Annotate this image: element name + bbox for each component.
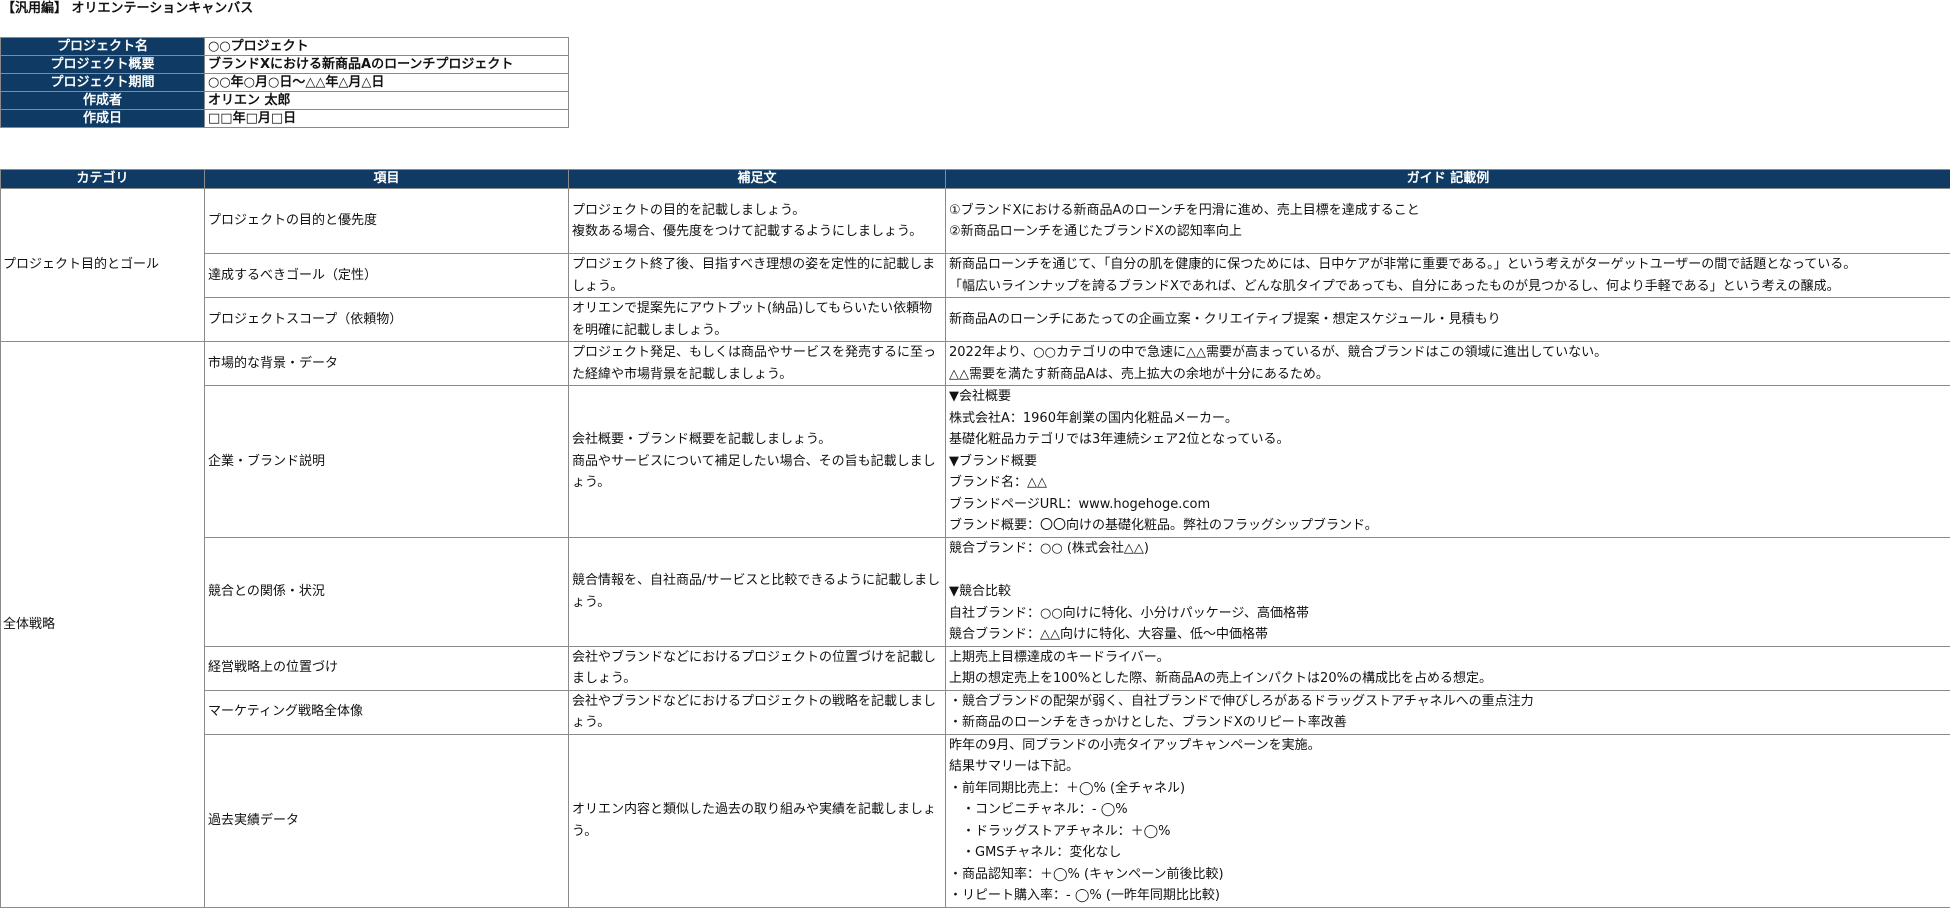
header-item: 項目: [205, 170, 569, 189]
note-cell[interactable]: 会社概要・ブランド概要を記載しましょう。 商品やサービスについて補足したい場合、…: [569, 386, 946, 538]
guide-cell[interactable]: ▼会社概要 株式会社A：1960年創業の国内化粧品メーカー。 基礎化粧品カテゴリ…: [946, 386, 1950, 538]
info-row-project-summary: プロジェクト概要 ブランドXにおける新商品Aのローンチプロジェクト: [1, 56, 569, 74]
guide-cell[interactable]: 新商品Aのローンチにあたっての企画立案・クリエイティブ提案・想定スケジュール・見…: [946, 298, 1950, 342]
note-cell[interactable]: 競合情報を、自社商品/サービスと比較できるように記載しましょう。: [569, 538, 946, 647]
category-cell-strategy[interactable]: 全体戦略: [1, 342, 205, 908]
orientation-canvas-table: カテゴリ 項目 補足文 ガイド 記載例 プロジェクト目的とゴール プロジェクトの…: [0, 169, 1950, 908]
table-row: 企業・ブランド説明 会社概要・ブランド概要を記載しましょう。 商品やサービスにつ…: [1, 386, 1950, 538]
note-cell[interactable]: オリエンで提案先にアウトプット(納品)してもらいたい依頼物を明確に記載しましょう…: [569, 298, 946, 342]
table-header-row: カテゴリ 項目 補足文 ガイド 記載例: [1, 170, 1950, 189]
header-guide: ガイド 記載例: [946, 170, 1950, 189]
guide-cell[interactable]: 2022年より、○○カテゴリの中で急速に△△需要が高まっているが、競合ブランドは…: [946, 342, 1950, 386]
info-label: プロジェクト概要: [1, 56, 205, 74]
info-row-project-name: プロジェクト名 ○○プロジェクト: [1, 38, 569, 56]
table-row: プロジェクトスコープ（依頼物） オリエンで提案先にアウトプット(納品)してもらい…: [1, 298, 1950, 342]
table-row: マーケティング戦略全体像 会社やブランドなどにおけるプロジェクトの戦略を記載しま…: [1, 690, 1950, 734]
note-cell[interactable]: プロジェクト終了後、目指すべき理想の姿を定性的に記載しましょう。: [569, 254, 946, 298]
info-row-project-period: プロジェクト期間 ○○年○月○日～△△年△月△日: [1, 74, 569, 92]
project-info-table: プロジェクト名 ○○プロジェクト プロジェクト概要 ブランドXにおける新商品Aの…: [0, 37, 569, 128]
note-cell[interactable]: 会社やブランドなどにおけるプロジェクトの戦略を記載しましょう。: [569, 690, 946, 734]
table-row: 経営戦略上の位置づけ 会社やブランドなどにおけるプロジェクトの位置づけを記載しま…: [1, 646, 1950, 690]
table-row: 競合との関係・状況 競合情報を、自社商品/サービスと比較できるように記載しましょ…: [1, 538, 1950, 647]
header-note: 補足文: [569, 170, 946, 189]
info-label: 作成日: [1, 110, 205, 128]
info-value[interactable]: ○○プロジェクト: [205, 38, 569, 56]
item-cell[interactable]: 企業・ブランド説明: [205, 386, 569, 538]
guide-cell[interactable]: 上期売上目標達成のキードライバー。 上期の想定売上を100%とした際、新商品Aの…: [946, 646, 1950, 690]
note-cell[interactable]: オリエン内容と類似した過去の取り組みや実績を記載しましょう。: [569, 734, 946, 907]
table-row: プロジェクト目的とゴール プロジェクトの目的と優先度 プロジェクトの目的を記載し…: [1, 189, 1950, 254]
item-cell[interactable]: 達成するべきゴール（定性）: [205, 254, 569, 298]
guide-cell[interactable]: ・競合ブランドの配架が弱く、自社ブランドで伸びしろがあるドラッグストアチャネルへ…: [946, 690, 1950, 734]
info-value[interactable]: ○○年○月○日～△△年△月△日: [205, 74, 569, 92]
note-cell[interactable]: 会社やブランドなどにおけるプロジェクトの位置づけを記載しましょう。: [569, 646, 946, 690]
table-row: 全体戦略 市場的な背景・データ プロジェクト発足、もしくは商品やサービスを発売す…: [1, 342, 1950, 386]
info-label: 作成者: [1, 92, 205, 110]
item-cell[interactable]: 市場的な背景・データ: [205, 342, 569, 386]
item-cell[interactable]: マーケティング戦略全体像: [205, 690, 569, 734]
category-cell-goal[interactable]: プロジェクト目的とゴール: [1, 189, 205, 342]
guide-cell[interactable]: 昨年の9月、同ブランドの小売タイアップキャンペーンを実施。 結果サマリーは下記。…: [946, 734, 1950, 907]
item-cell[interactable]: 競合との関係・状況: [205, 538, 569, 647]
item-cell[interactable]: 過去実績データ: [205, 734, 569, 907]
guide-cell[interactable]: 競合ブランド：○○ (株式会社△△) ▼競合比較 自社ブランド：○○向けに特化、…: [946, 538, 1950, 647]
info-label: プロジェクト期間: [1, 74, 205, 92]
guide-cell[interactable]: 新商品ローンチを通じて、「自分の肌を健康的に保つためには、日中ケアが非常に重要で…: [946, 254, 1950, 298]
table-row: 過去実績データ オリエン内容と類似した過去の取り組みや実績を記載しましょう。 昨…: [1, 734, 1950, 907]
page-title: 【汎用編】 オリエンテーションキャンバス: [2, 0, 253, 18]
info-value[interactable]: □□年□月□日: [205, 110, 569, 128]
info-value[interactable]: ブランドXにおける新商品Aのローンチプロジェクト: [205, 56, 569, 74]
note-cell[interactable]: プロジェクトの目的を記載しましょう。 複数ある場合、優先度をつけて記載するように…: [569, 189, 946, 254]
info-label: プロジェクト名: [1, 38, 205, 56]
guide-cell[interactable]: ①ブランドXにおける新商品Aのローンチを円滑に進め、売上目標を達成すること ②新…: [946, 189, 1950, 254]
info-row-author: 作成者 オリエン 太郎: [1, 92, 569, 110]
item-cell[interactable]: 経営戦略上の位置づけ: [205, 646, 569, 690]
item-cell[interactable]: プロジェクトスコープ（依頼物）: [205, 298, 569, 342]
info-row-created-date: 作成日 □□年□月□日: [1, 110, 569, 128]
item-cell[interactable]: プロジェクトの目的と優先度: [205, 189, 569, 254]
note-cell[interactable]: プロジェクト発足、もしくは商品やサービスを発売するに至った経緯や市場背景を記載し…: [569, 342, 946, 386]
info-value[interactable]: オリエン 太郎: [205, 92, 569, 110]
header-category: カテゴリ: [1, 170, 205, 189]
table-row: 達成するべきゴール（定性） プロジェクト終了後、目指すべき理想の姿を定性的に記載…: [1, 254, 1950, 298]
